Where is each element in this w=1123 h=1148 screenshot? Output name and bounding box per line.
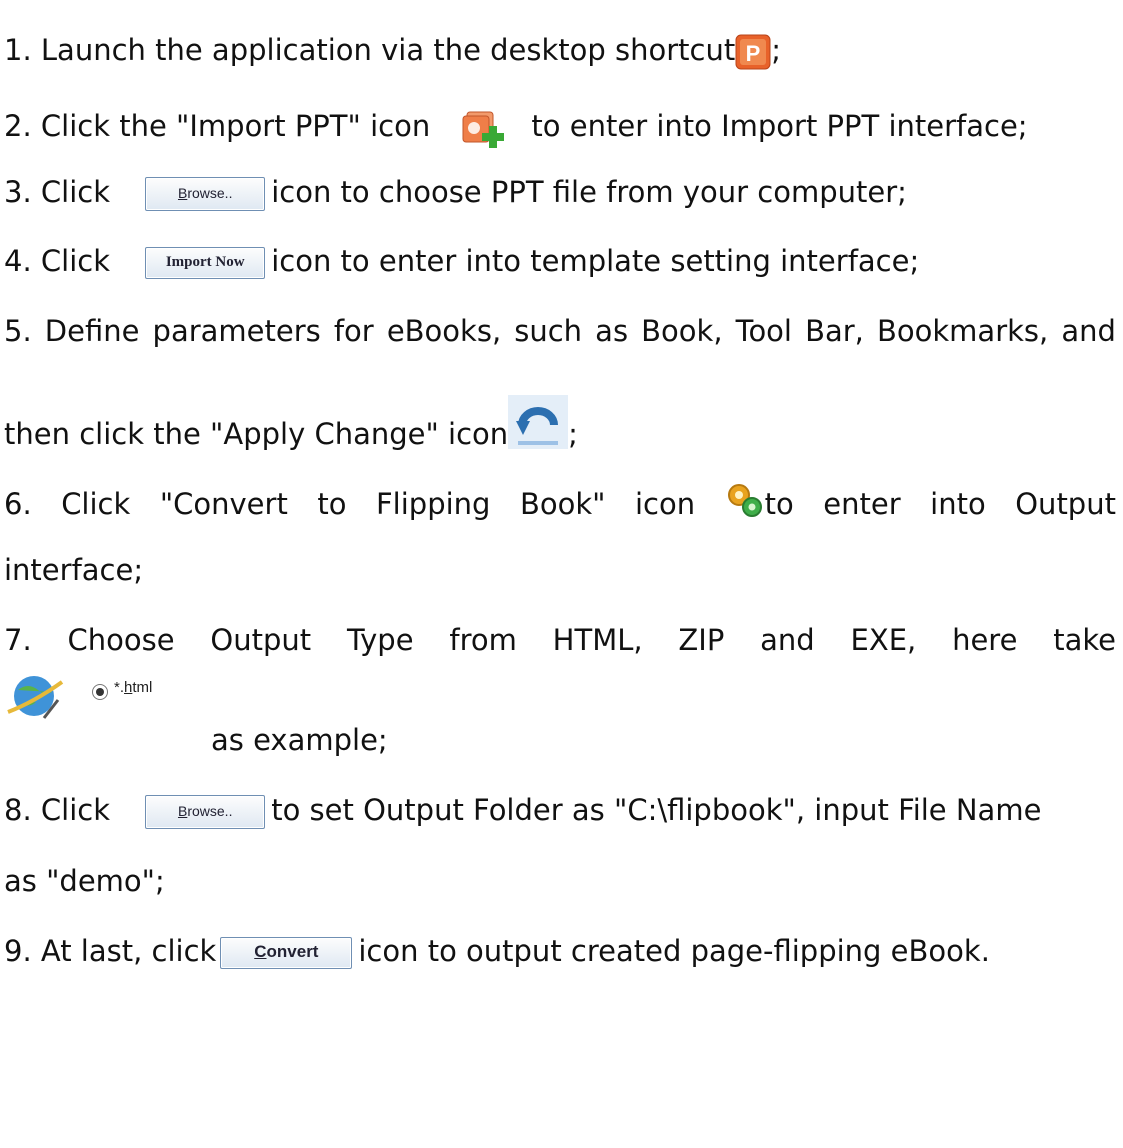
globe-html-icon (4, 668, 68, 724)
step-1-end: ; (771, 33, 782, 67)
browse-button[interactable]: Browse.. (145, 177, 266, 211)
html-radio[interactable] (92, 684, 108, 700)
step-1-text: 1. Launch the application via the deskto… (4, 33, 736, 67)
step-7-text-2: as example; (211, 723, 388, 757)
word: eBooks, (386, 314, 502, 348)
step-9-rest: icon to output created page-flipping eBo… (358, 934, 990, 968)
step-6-line-1: 6. Click "Convert to Flipping Book" icon to ente… (4, 484, 1116, 525)
step-6-line-2: interface; (4, 551, 143, 589)
word: Output (210, 623, 312, 657)
word: EXE, (850, 623, 917, 657)
word: Flipping (375, 487, 491, 521)
step-3: 3. Click Browse.. icon to choose PPT file… (4, 173, 907, 211)
word: HTML, (552, 623, 643, 657)
step-8: 8. Click Browse.. to set Output Folder as… (4, 791, 1041, 829)
word: Output (1015, 487, 1116, 521)
step-5-text: then click the "Apply Change" icon (4, 417, 509, 451)
powerpoint-shortcut-icon: P (735, 34, 771, 70)
step-5-end: ; (568, 417, 578, 451)
step-6-text-2: interface; (4, 553, 144, 587)
word: icon (635, 487, 696, 521)
step-8-line-2: as "demo"; (4, 862, 165, 900)
word: Choose (67, 623, 175, 657)
import-ppt-icon (461, 108, 513, 148)
step-1: 1. Launch the application via the deskto… (4, 31, 781, 70)
word: 6. (4, 487, 32, 521)
word: to (764, 487, 794, 521)
word: such (514, 314, 583, 348)
step-9-text: 9. At last, click (4, 934, 217, 968)
step-4: 4. Click Import Now icon to enter into te… (4, 242, 919, 280)
word: as (595, 314, 629, 348)
word: from (449, 623, 517, 657)
apply-change-icon (508, 395, 569, 449)
step-2-text: 2. Click the "Import PPT" icon (4, 109, 431, 143)
word: into (930, 487, 986, 521)
step-7-line-2: as example; (211, 721, 388, 759)
convert-button[interactable]: Convert (220, 937, 353, 969)
word: ZIP (678, 623, 725, 657)
step-8-text: 8. Click (4, 793, 110, 827)
word: 5. (4, 314, 32, 348)
word: to (317, 487, 347, 521)
step-3-rest: icon to choose PPT file from your comput… (271, 175, 907, 209)
step-2: 2. Click the "Import PPT" icon to enter … (4, 107, 1028, 148)
step-3-text: 3. Click (4, 175, 110, 209)
step-9: 9. At last, click Convert icon to output c… (4, 932, 990, 970)
import-now-button[interactable]: Import Now (145, 247, 266, 279)
word: Book" (519, 487, 606, 521)
word: for (333, 314, 374, 348)
word: take (1053, 623, 1116, 657)
word: "Convert (159, 487, 288, 521)
word: Book, (641, 314, 723, 348)
html-output-option[interactable]: *.html (4, 668, 174, 724)
word: Click (61, 487, 131, 521)
step-4-rest: icon to enter into template setting inte… (271, 244, 920, 278)
svg-text:P: P (746, 41, 761, 66)
step-4-text: 4. Click (4, 244, 110, 278)
html-radio-label: *.html (114, 679, 153, 696)
gears-icon (725, 481, 765, 519)
word: here (952, 623, 1018, 657)
word: Type (346, 623, 414, 657)
browse-output-button[interactable]: Browse.. (145, 795, 266, 829)
word: 7. (4, 623, 32, 657)
step-7-line-1: 7. Choose Output Type from HTML, ZIP and EXE, her… (4, 621, 1116, 659)
word: Bookmarks, (877, 314, 1049, 348)
word: parameters (152, 314, 321, 348)
step-8-text-2: as "demo"; (4, 864, 165, 898)
word: Define (44, 314, 140, 348)
word: and (760, 623, 815, 657)
gears-to: to (725, 484, 794, 525)
word: Bar, (805, 314, 864, 348)
step-5-line-1: 5. Define parameters for eBooks, such as Book, T… (4, 312, 1116, 350)
word: enter (823, 487, 901, 521)
step-5-line-2: then click the "Apply Change" icon ; (4, 395, 578, 463)
word: Tool (735, 314, 792, 348)
word: and (1061, 314, 1116, 348)
step-2-rest: to enter into Import PPT interface; (531, 109, 1028, 143)
step-8-rest: to set Output Folder as "C:\flipbook", i… (271, 793, 1042, 827)
